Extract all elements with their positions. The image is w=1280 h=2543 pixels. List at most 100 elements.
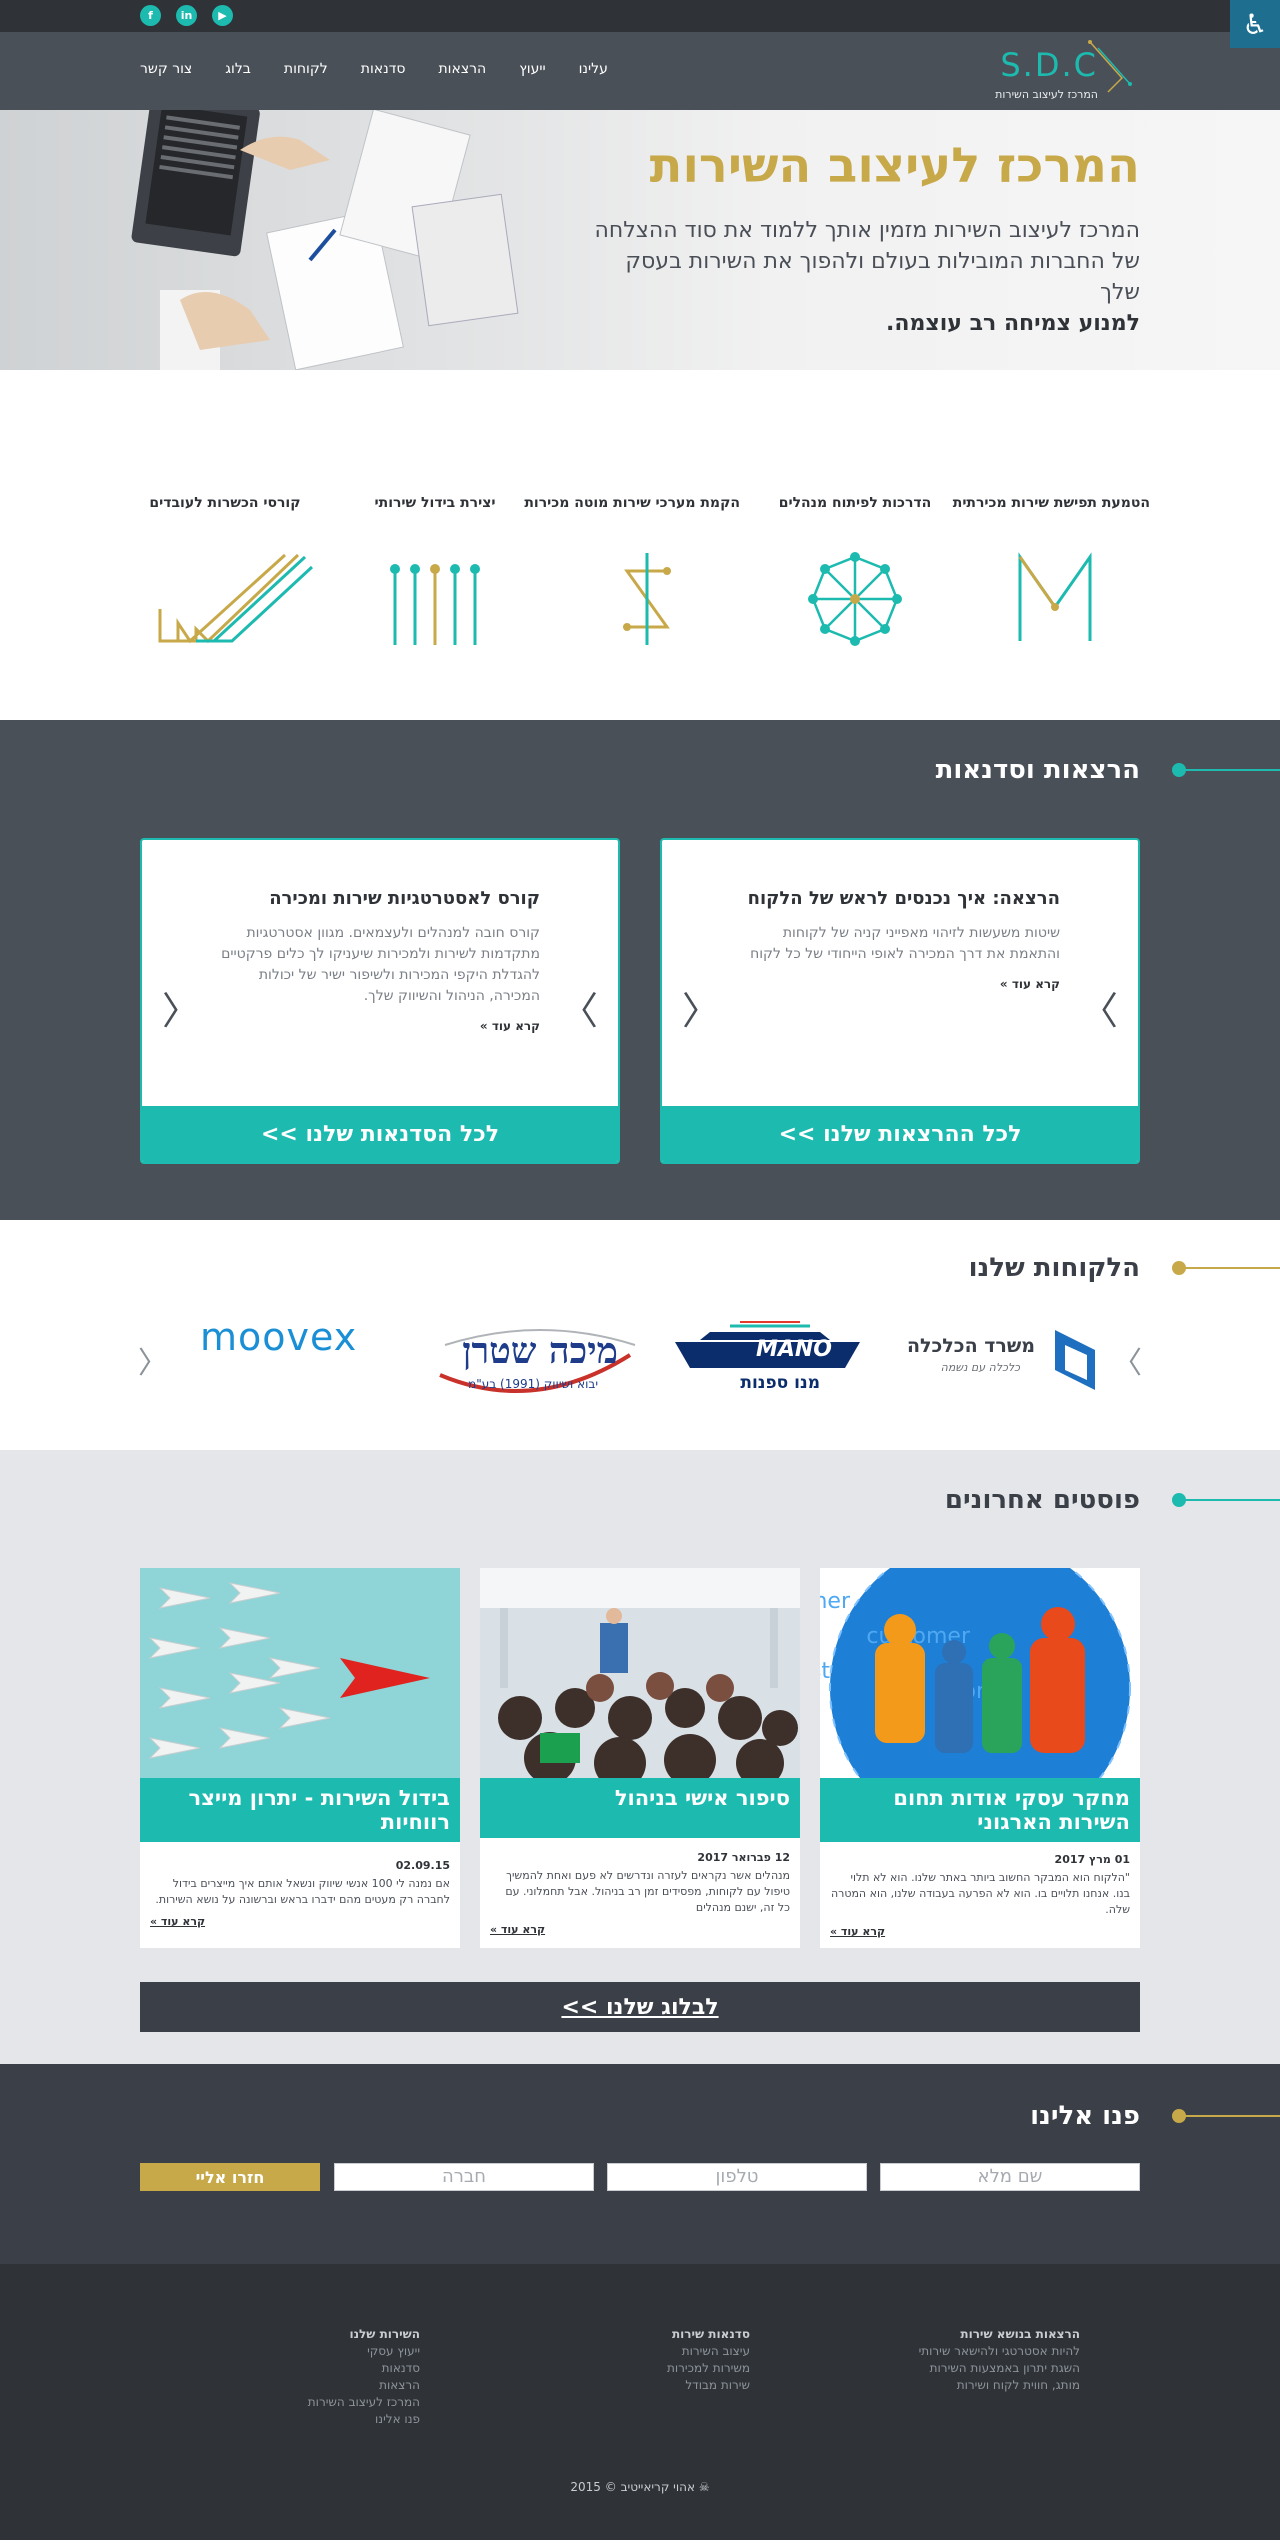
paper-planes-image bbox=[140, 1568, 460, 1778]
client-logo-name: מיכה שטרן bbox=[462, 1330, 618, 1372]
service-item[interactable]: קורסי הכשרות לעובדים bbox=[130, 495, 320, 653]
chevron-right-icon[interactable]: 〉 bbox=[1080, 980, 1118, 1035]
post-title[interactable]: מחקר עסקי אודות תחום השירות הארגוני bbox=[820, 1778, 1140, 1842]
hero-line-2: של החברות המובילות בעולם ולהפוך את השירו… bbox=[625, 249, 1140, 305]
read-more-link[interactable]: קרא עוד » bbox=[490, 1922, 790, 1938]
service-title: הקמת מערכי שירות מוטה מכירות bbox=[524, 495, 740, 511]
footer-link[interactable]: פנו אלינו bbox=[308, 2411, 420, 2428]
section-line bbox=[1180, 2115, 1280, 2117]
service-title: יצירת בידול שירותי bbox=[374, 495, 496, 511]
footer-column: הרצאות בנושא שירות להיות אסטרטגי ולהישאר… bbox=[919, 2326, 1080, 2394]
workshop-card-content: קורס לאסטרטגיות שירות ומכירה קורס חובה ל… bbox=[220, 888, 540, 1033]
nav-contact[interactable]: צור קשר bbox=[140, 61, 192, 77]
chevron-left-icon[interactable]: 〈 bbox=[138, 1338, 168, 1382]
chevron-right-icon[interactable]: 〉 bbox=[560, 980, 598, 1035]
company-field[interactable]: חברה bbox=[334, 2163, 594, 2191]
client-logo-name: moovex bbox=[200, 1315, 358, 1359]
footer-link[interactable]: משירות למכירות bbox=[667, 2360, 750, 2377]
post-card[interactable]: בידול השירות - יתרון מייצר רווחיות 02.09… bbox=[140, 1568, 460, 1948]
service-item[interactable]: הדרכות לפיתוח מנהלים bbox=[760, 495, 950, 653]
facebook-icon[interactable]: f bbox=[140, 5, 161, 26]
all-lectures-button[interactable]: לכל ההרצאות שלנו >> bbox=[662, 1106, 1138, 1162]
lectures-title: הרצאות וסדנאות bbox=[935, 755, 1140, 785]
post-title[interactable]: סיפור אישי בניהול bbox=[480, 1778, 800, 1838]
footer-link[interactable]: עיצוב השירות bbox=[667, 2343, 750, 2360]
nav-lectures[interactable]: הרצאות bbox=[438, 61, 486, 77]
linkedin-icon[interactable]: in bbox=[176, 5, 197, 26]
nav-workshops[interactable]: סדנאות bbox=[361, 61, 406, 77]
post-excerpt: "הלקוח הוא המבקר החשוב ביותר באתר שלנו. … bbox=[830, 1871, 1130, 1916]
footer-link[interactable]: ייעוץ עסקי bbox=[308, 2343, 420, 2360]
workshop-card-title: קורס לאסטרטגיות שירות ומכירה bbox=[269, 888, 540, 909]
chevron-left-icon[interactable]: 〈 bbox=[682, 980, 720, 1035]
service-item[interactable]: הקמת מערכי שירות מוטה מכירות bbox=[524, 495, 740, 653]
contact-title: פנו אלינו bbox=[1030, 2101, 1140, 2131]
section-line bbox=[1180, 1267, 1280, 1269]
post-card[interactable]: סיפור אישי בניהול 12 פברואר 2017 מנהלים … bbox=[480, 1568, 800, 1948]
read-more-link[interactable]: קרא עוד » bbox=[220, 1019, 540, 1033]
chevron-left-icon[interactable]: 〈 bbox=[162, 980, 200, 1035]
nav-about[interactable]: עלינו bbox=[579, 61, 608, 77]
read-more-link[interactable]: קרא עוד » bbox=[150, 1914, 450, 1930]
footer-link[interactable]: השגת יתרון באמצעות השירות bbox=[919, 2360, 1080, 2377]
phone-field[interactable]: טלפון bbox=[607, 2163, 867, 2191]
post-excerpt: מנהלים אשר נקראים לעזרה ונדרשים לא פעם ו… bbox=[505, 1869, 790, 1914]
post-title[interactable]: בידול השירות - יתרון מייצר רווחיות bbox=[140, 1778, 460, 1842]
hero-banner: המרכז לעיצוב השירות המרכז לעיצוב השירות … bbox=[0, 110, 1280, 370]
nav-clients[interactable]: לקוחות bbox=[284, 61, 328, 77]
footer-link[interactable]: להיות אסטרטגי ולהישאר שירותי bbox=[919, 2343, 1080, 2360]
site-logo[interactable]: S.D.C המרכז לעיצוב השירות bbox=[990, 38, 1140, 104]
footer-column: השירות שלנו ייעוץ עסקי סדנאות הרצאות המר… bbox=[308, 2326, 420, 2428]
workshop-card[interactable]: 〉 〈 קורס לאסטרטגיות שירות ומכירה קורס חו… bbox=[140, 838, 620, 1164]
read-more-link[interactable]: קרא עוד » bbox=[740, 977, 1060, 991]
main-nav: עלינו ייעוץ הרצאות סדנאות לקוחות בלוג צו… bbox=[140, 61, 608, 77]
read-more-link[interactable]: קרא עוד » bbox=[830, 1924, 1130, 1940]
m-shape-icon bbox=[1018, 552, 1092, 641]
clients-section: הלקוחות שלנו 〉 〈 משרד הכלכלה כלכלה עם נש… bbox=[0, 1220, 1280, 1450]
hero-line-1: המרכז לעיצוב השירות מזמין אותך ללמוד את … bbox=[594, 218, 1140, 243]
footer-link[interactable]: שירות מבודל bbox=[667, 2377, 750, 2394]
client-logo-micha-stern[interactable]: מיכה שטרן יבוא ושיווק (1991) בע"מ bbox=[430, 1315, 640, 1415]
pins-icon bbox=[390, 564, 480, 645]
wave-lines-icon bbox=[158, 553, 314, 644]
lecture-card-title: הרצאה: איך נכנסים לראש של הלקוח bbox=[747, 888, 1060, 909]
logo-subtitle: המרכז לעיצוב השירות bbox=[995, 88, 1098, 101]
submit-button[interactable]: חזרו אליי bbox=[140, 2163, 320, 2191]
client-logo-economy[interactable]: משרד הכלכלה כלכלה עם נשמה bbox=[900, 1315, 1110, 1415]
footer-column-title: הרצאות בנושא שירות bbox=[960, 2327, 1080, 2341]
section-line bbox=[1180, 1499, 1280, 1501]
network-star-icon bbox=[808, 552, 902, 646]
nav-consulting[interactable]: ייעוץ bbox=[519, 61, 545, 77]
full-name-field[interactable]: שם מלא bbox=[880, 2163, 1140, 2191]
top-bar: f in ▶ bbox=[0, 0, 1280, 32]
client-logo-tagline: מנו ספנות bbox=[740, 1373, 820, 1393]
post-excerpt: אם נמנה לי 100 אנשי שיווק ונשאל אותם איך… bbox=[155, 1877, 450, 1906]
all-workshops-button[interactable]: לכל הסדנאות שלנו >> bbox=[142, 1106, 618, 1162]
logo-letters: S.D.C bbox=[1000, 46, 1098, 84]
svg-text:cust: cust bbox=[820, 1659, 830, 1684]
footer-link[interactable]: הרצאות bbox=[308, 2377, 420, 2394]
footer-link[interactable]: סדנאות bbox=[308, 2360, 420, 2377]
client-logo-moovex[interactable]: moovex bbox=[200, 1315, 390, 1415]
copyright-text[interactable]: אהוי קריאייטיב © 2015 bbox=[570, 2480, 695, 2494]
post-body: 12 פברואר 2017 מנהלים אשר נקראים לעזרה ו… bbox=[490, 1850, 790, 1938]
post-body: 02.09.15 אם נמנה לי 100 אנשי שיווק ונשאל… bbox=[150, 1858, 450, 1930]
footer-link[interactable]: המרכז לעיצוב השירות bbox=[308, 2394, 420, 2411]
nav-blog[interactable]: בלוג bbox=[225, 61, 251, 77]
accessibility-icon[interactable]: ♿ bbox=[1230, 0, 1280, 48]
service-item[interactable]: יצירת בידול שירותי bbox=[340, 495, 530, 653]
clients-title: הלקוחות שלנו bbox=[968, 1253, 1140, 1283]
post-card[interactable]: customercustomer customer מחק bbox=[820, 1568, 1140, 1948]
post-body: 01 מרץ 2017 "הלקוח הוא המבקר החשוב ביותר… bbox=[830, 1852, 1130, 1940]
client-logo-mano[interactable]: MANO מנו ספנות bbox=[660, 1315, 870, 1415]
posts-title: פוסטים אחרונים bbox=[944, 1485, 1140, 1515]
footer-column: סדנאות שירות עיצוב השירות משירות למכירות… bbox=[667, 2326, 750, 2394]
hero-text: המרכז לעיצוב השירות מזמין אותך ללמוד את … bbox=[580, 215, 1140, 339]
blog-button[interactable]: לבלוג שלנו >> bbox=[140, 1982, 1140, 2032]
footer-link[interactable]: מותג, חווית לקוח ושירות bbox=[919, 2377, 1080, 2394]
chevron-right-icon[interactable]: 〉 bbox=[1112, 1338, 1142, 1382]
youtube-icon[interactable]: ▶ bbox=[212, 5, 233, 26]
service-item[interactable]: הטמעת תפישת שירות מכירתית bbox=[953, 495, 1150, 653]
lecture-card[interactable]: 〉 〈 הרצאה: איך נכנסים לראש של הלקוח שיטו… bbox=[660, 838, 1140, 1164]
post-date: 12 פברואר 2017 bbox=[697, 1851, 790, 1864]
